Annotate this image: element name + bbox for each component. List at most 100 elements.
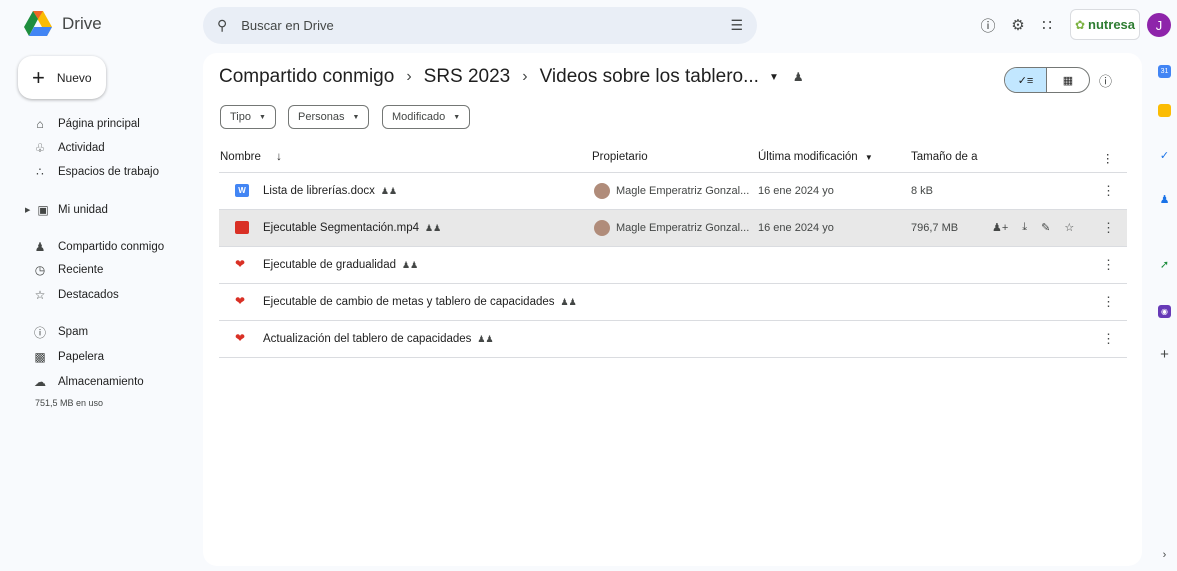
share-icon[interactable]: ♟+: [992, 221, 1008, 234]
grid-view-button[interactable]: ▦: [1047, 68, 1089, 92]
plus-icon: +: [32, 64, 45, 90]
sort-arrow-icon[interactable]: ↓: [276, 151, 282, 163]
breadcrumb-item[interactable]: Compartido conmigo: [219, 66, 394, 88]
sidebar-item-label: Compartido conmigo: [58, 241, 165, 253]
expand-arrow-icon[interactable]: ▶: [25, 206, 30, 214]
sidebar-item-label: Página principal: [58, 118, 140, 130]
column-header-owner[interactable]: Propietario: [592, 151, 648, 163]
help-icon[interactable]: ⓘ: [977, 14, 999, 36]
download-icon[interactable]: ⤓: [1022, 221, 1027, 234]
column-header-modified[interactable]: Última modificación ▼: [758, 151, 873, 163]
more-options-icon[interactable]: ⋮: [1102, 151, 1114, 165]
sidebar-item-spam[interactable]: ⓘ Spam: [0, 321, 190, 343]
drive-logo-icon: [24, 11, 52, 36]
owner: Magle Emperatriz Gonzal...: [594, 220, 749, 236]
table-row[interactable]: ❤ Ejecutable de gradualidad ♟♟ ⋮: [219, 247, 1127, 284]
sidebar-item-trash[interactable]: ▩ Papelera: [0, 346, 190, 368]
modified-date: 16 ene 2024 yo: [758, 185, 834, 197]
sidebar-item-starred[interactable]: ☆ Destacados: [0, 284, 190, 306]
shared-icon: ♟♟: [380, 186, 398, 196]
more-actions-icon[interactable]: ⋮: [1102, 220, 1115, 236]
filter-type[interactable]: Tipo ▼: [220, 105, 276, 129]
breadcrumb-item[interactable]: SRS 2023: [424, 66, 511, 88]
new-button[interactable]: + Nuevo: [18, 56, 106, 99]
owner-avatar: [594, 183, 610, 199]
organization-logo[interactable]: ✿ nutresa: [1070, 9, 1140, 40]
chevron-down-icon: ▼: [259, 113, 266, 121]
file-name-text: Ejecutable de gradualidad: [263, 259, 396, 271]
more-actions-icon[interactable]: ⋮: [1102, 183, 1115, 199]
filter-people[interactable]: Personas ▼: [288, 105, 370, 129]
breadcrumb: Compartido conmigo › SRS 2023 › Videos s…: [219, 66, 804, 88]
calendar-icon[interactable]: 31: [1158, 65, 1171, 78]
word-document-icon: W: [235, 184, 249, 197]
sidebar-item-workspaces[interactable]: ∴ Espacios de trabajo: [0, 161, 190, 183]
search-bar[interactable]: ⚲ Buscar en Drive ☰: [203, 7, 757, 44]
video-icon: [235, 221, 249, 234]
sidebar-item-label: Spam: [58, 326, 89, 338]
column-header-name[interactable]: Nombre ↓: [220, 151, 282, 163]
get-addons-icon[interactable]: +: [1158, 346, 1171, 363]
settings-icon[interactable]: ⚙: [1007, 14, 1029, 36]
sidebar-item-activity[interactable]: ♧ Actividad: [0, 137, 190, 159]
view-toggle: ✓≡ ▦: [1004, 67, 1090, 93]
owner-name: Magle Emperatriz Gonzal...: [616, 185, 750, 197]
sidebar-item-my-drive[interactable]: ▶ ▣ Mi unidad: [0, 199, 190, 221]
bell-icon: ♧: [34, 141, 46, 155]
info-icon[interactable]: ⓘ: [1099, 71, 1112, 90]
shared-folder-icon: ♟: [792, 70, 804, 84]
drive-icon: ▣: [37, 203, 49, 217]
owner-avatar: [594, 220, 610, 236]
column-label: Nombre: [220, 151, 261, 163]
file-name: Ejecutable de gradualidad ♟♟: [263, 259, 418, 271]
table-row[interactable]: ❤ Ejecutable de cambio de metas y tabler…: [219, 284, 1127, 321]
modified-date: 16 ene 2024 yo: [758, 222, 834, 234]
sidebar-item-label: Destacados: [58, 289, 119, 301]
sidebar-item-recent[interactable]: ◷ Reciente: [0, 259, 190, 281]
filter-label: Modificado: [392, 111, 446, 123]
apps-grid-icon[interactable]: ∷: [1036, 14, 1058, 36]
clock-icon: ◷: [34, 263, 46, 277]
keep-icon[interactable]: [1158, 104, 1171, 117]
more-actions-icon[interactable]: ⋮: [1102, 331, 1115, 347]
filter-label: Tipo: [230, 111, 251, 123]
sheets-addon-icon[interactable]: ➚: [1158, 258, 1171, 271]
row-actions: ♟+ ⤓ ✎ ☆: [992, 221, 1074, 234]
table-row[interactable]: ❤ Actualización del tablero de capacidad…: [219, 321, 1127, 358]
star-icon[interactable]: ☆: [1064, 221, 1074, 234]
table-row[interactable]: W Lista de librerías.docx ♟♟ Magle Empera…: [219, 173, 1127, 210]
check-icon: ✓≡: [1017, 74, 1034, 87]
column-header-size[interactable]: Tamaño de a: [911, 151, 978, 163]
main-panel: Compartido conmigo › SRS 2023 › Videos s…: [203, 53, 1142, 566]
chevron-down-icon[interactable]: ▼: [769, 72, 779, 83]
chevron-right-icon: ›: [522, 68, 528, 85]
file-name: Ejecutable Segmentación.mp4 ♟♟: [263, 222, 441, 234]
addon-icon[interactable]: ◉: [1158, 305, 1171, 318]
search-options-icon[interactable]: ☰: [730, 17, 743, 34]
chevron-down-icon: ▼: [864, 153, 873, 162]
search-icon[interactable]: ⚲: [217, 17, 227, 34]
rename-icon[interactable]: ✎: [1041, 221, 1050, 234]
people-icon: ♟: [34, 240, 46, 254]
table-row[interactable]: Ejecutable Segmentación.mp4 ♟♟ Magle Empe…: [219, 210, 1127, 247]
file-name: Lista de librerías.docx ♟♟: [263, 185, 397, 197]
search-input[interactable]: Buscar en Drive: [241, 18, 730, 33]
list-view-button[interactable]: ✓≡: [1005, 68, 1048, 92]
sidebar-item-storage[interactable]: ☁ Almacenamiento: [0, 371, 190, 393]
chevron-down-icon: ▼: [453, 113, 461, 121]
sidebar-item-shared[interactable]: ♟ Compartido conmigo: [0, 236, 190, 258]
contacts-icon[interactable]: ♟: [1158, 193, 1171, 206]
chevron-down-icon: ▼: [352, 113, 360, 121]
filter-modified[interactable]: Modificado ▼: [382, 105, 471, 129]
sidebar-item-home[interactable]: ⌂ Página principal: [0, 113, 190, 135]
file-name-text: Ejecutable de cambio de metas y tablero …: [263, 296, 555, 308]
shared-icon: ♟♟: [425, 223, 442, 233]
breadcrumb-current[interactable]: Videos sobre los tablero...: [540, 66, 759, 88]
tasks-icon[interactable]: ✓: [1158, 149, 1171, 162]
more-actions-icon[interactable]: ⋮: [1102, 294, 1115, 310]
file-size: 8 kB: [911, 185, 934, 197]
expand-panel-icon[interactable]: ›: [1158, 548, 1171, 561]
spam-icon: ⓘ: [33, 325, 46, 340]
more-actions-icon[interactable]: ⋮: [1102, 257, 1115, 273]
drive-logo[interactable]: Drive: [24, 11, 102, 36]
